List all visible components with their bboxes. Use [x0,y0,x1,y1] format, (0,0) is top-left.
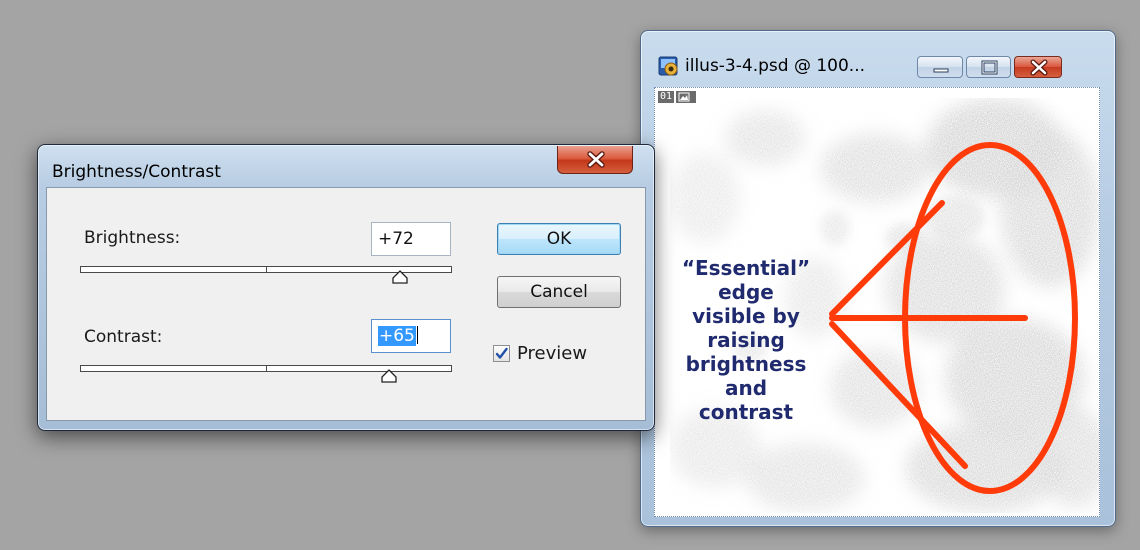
maximize-button[interactable] [966,56,1011,78]
slider-center-tick [266,366,267,371]
cancel-button[interactable]: Cancel [497,276,621,308]
brightness-label: Brightness: [84,228,181,248]
dialog-title: Brightness/Contrast [52,162,221,182]
dialog-close-button[interactable] [557,146,633,174]
ok-button[interactable]: OK [497,223,621,255]
minimize-icon [933,68,949,73]
close-icon [1030,59,1048,76]
contrast-value: +65 [378,326,416,346]
annotation-line: visible by [692,304,800,328]
maximize-icon [981,60,998,75]
brightness-slider-thumb[interactable] [391,270,409,284]
document-window[interactable]: illus-3-4.psd @ 100... 01 “Essential” ed… [640,30,1116,527]
annotation-text: “Essential” edge visible by raising brig… [661,256,831,424]
brightness-contrast-dialog[interactable]: Brightness/Contrast Brightness: +72 Cont… [37,144,655,431]
document-title: illus-3-4.psd @ 100... [685,56,866,76]
minimize-button[interactable] [917,56,963,78]
contrast-input[interactable]: +65 [371,319,451,353]
text-caret [416,326,418,344]
contrast-slider-thumb[interactable] [380,369,398,383]
close-button[interactable] [1014,56,1062,78]
contrast-label: Contrast: [84,327,163,347]
layer-badges: 01 [658,91,697,103]
brightness-input[interactable]: +72 [371,222,451,256]
document-canvas[interactable]: 01 “Essential” edge visible by raising b… [654,87,1100,517]
document-titlebar[interactable]: illus-3-4.psd @ 100... [641,31,1115,85]
photoshop-document-icon [658,56,678,76]
preview-checkbox[interactable] [493,345,510,362]
slider-center-tick [266,267,267,272]
annotation-line: contrast [698,400,794,424]
annotation-line: and [724,376,768,400]
brightness-value: +72 [378,229,414,249]
checkmark-icon [495,347,508,359]
layer-number-badge: 01 [658,91,675,103]
annotation-line: brightness [685,352,807,376]
dialog-body: Brightness: +72 Contrast: +65 OK Cancel [46,187,646,421]
preview-label[interactable]: Preview [517,343,587,364]
annotation-line: “Essential” [681,256,811,280]
annotation-line: raising [707,328,785,352]
layer-thumbnail-icon [676,91,697,103]
close-icon [587,151,605,168]
annotation-line: edge [718,280,774,304]
